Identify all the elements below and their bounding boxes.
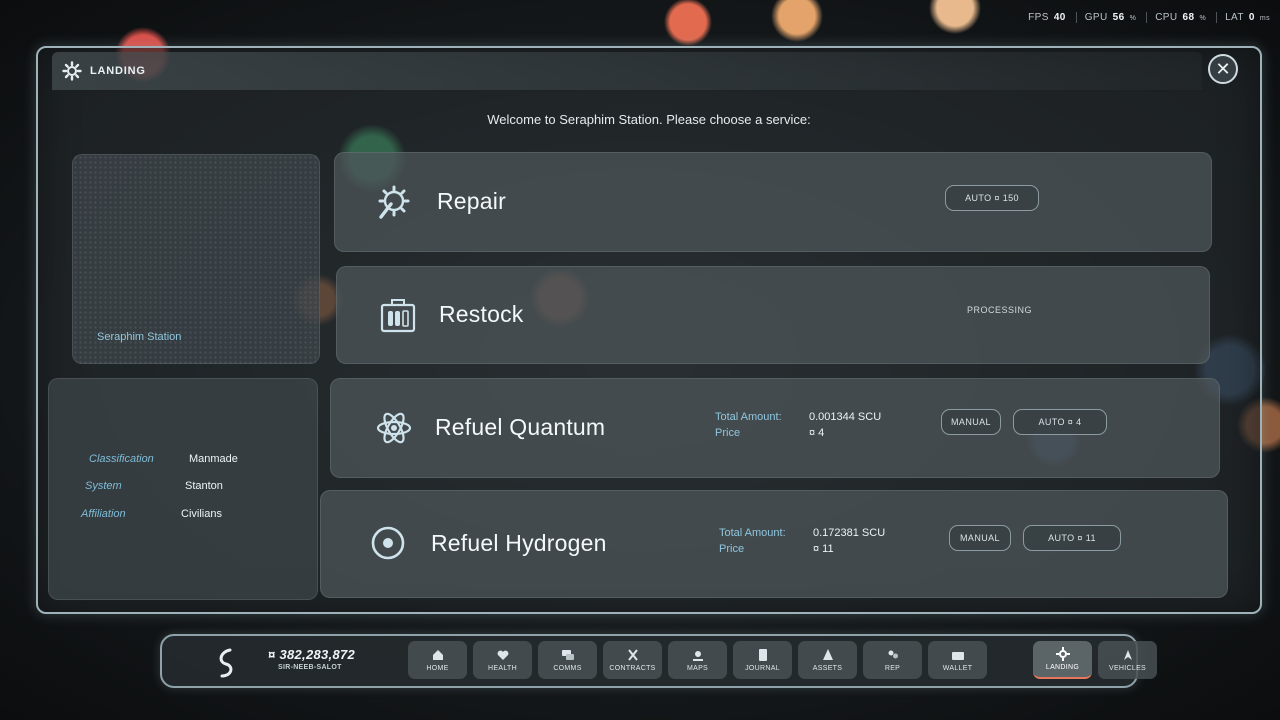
nav-home[interactable]: HOME <box>408 641 467 679</box>
service-name: Repair <box>437 188 506 214</box>
mobiglas-logo-icon <box>219 648 233 678</box>
nav-contracts[interactable]: CONTRACTS <box>603 641 662 679</box>
nav-label: VEHICLES <box>1108 665 1147 672</box>
service-name: Refuel Quantum <box>435 414 606 440</box>
landing-icon <box>1055 647 1070 661</box>
hydrogen-icon <box>371 526 405 560</box>
info-value: Civilians <box>181 508 222 520</box>
nav-label: COMMS <box>553 665 582 672</box>
info-row-classification: Classification Manmade <box>89 453 238 465</box>
nav-comms[interactable]: COMMS <box>538 641 597 679</box>
panel-titlebar: LANDING <box>52 52 1202 90</box>
nav-label: REP <box>884 665 901 672</box>
info-value: Stanton <box>185 480 223 492</box>
fps-metric: FPS 40 <box>1028 12 1066 23</box>
nav-label: WALLET <box>942 665 973 672</box>
service-name: Refuel Hydrogen <box>431 530 607 556</box>
wallet-icon <box>951 652 964 660</box>
service-name: Restock <box>439 301 524 327</box>
price-label: Price <box>715 427 741 439</box>
station-image-card: Seraphim Station <box>72 154 320 364</box>
station-info-card: Classification Manmade System Stanton Af… <box>48 378 318 600</box>
nav-label: HOME <box>426 665 449 672</box>
heart-icon <box>497 650 508 660</box>
total-amount-label: Total Amount: <box>719 527 786 539</box>
hydrogen-manual-button[interactable]: MANUAL <box>949 525 1011 551</box>
atom-icon <box>376 412 412 444</box>
service-repair[interactable]: Repair AUTO ¤ 150 <box>334 152 1212 252</box>
quantum-details: Total Amount: 0.001344 SCU Price ¤ 4 <box>715 411 881 439</box>
price-value: ¤ 11 <box>813 543 834 555</box>
nav-items: HOME HEALTH COMMS CONTRACTS MAPS JOURNAL… <box>408 641 1157 679</box>
nav-assets[interactable]: ASSETS <box>798 641 857 679</box>
total-amount-value: 0.172381 SCU <box>813 527 886 539</box>
price-label: Price <box>719 543 745 555</box>
landing-panel: LANDING ✕ Welcome to Seraphim Station. P… <box>36 46 1262 614</box>
ammo-crate-icon <box>380 299 416 333</box>
chat-icon <box>561 650 574 660</box>
hydrogen-auto-button[interactable]: AUTO ¤ 11 <box>1023 525 1121 551</box>
panel-title: LANDING <box>90 65 146 77</box>
close-button[interactable]: ✕ <box>1208 54 1238 84</box>
welcome-message: Welcome to Seraphim Station. Please choo… <box>487 112 811 127</box>
service-restock[interactable]: Restock PROCESSING <box>336 266 1210 364</box>
nav-label: MAPS <box>686 665 709 672</box>
journal-icon <box>758 649 767 661</box>
rep-icon <box>888 650 898 659</box>
gpu-metric: GPU 56% <box>1075 12 1136 23</box>
cpu-metric: CPU 68% <box>1146 12 1206 23</box>
total-amount-value: 0.001344 SCU <box>809 411 882 423</box>
info-key: Classification <box>89 453 154 465</box>
service-refuel-quantum[interactable]: Refuel Quantum Total Amount: 0.001344 SC… <box>330 378 1220 478</box>
nav-label: CONTRACTS <box>609 665 656 672</box>
nav-health[interactable]: HEALTH <box>473 641 532 679</box>
nav-label: ASSETS <box>812 665 843 672</box>
info-key: System <box>85 480 122 492</box>
repair-auto-button[interactable]: AUTO ¤ 150 <box>945 185 1039 211</box>
info-value: Manmade <box>189 453 238 465</box>
landing-gear-icon <box>62 61 82 81</box>
info-key: Affiliation <box>81 508 126 520</box>
nav-journal[interactable]: JOURNAL <box>733 641 792 679</box>
info-row-affiliation: Affiliation Civilians <box>81 508 222 520</box>
price-value: ¤ 4 <box>809 427 825 439</box>
nav-label: LANDING <box>1045 664 1080 671</box>
quantum-manual-button[interactable]: MANUAL <box>941 409 1001 435</box>
nav-wallet[interactable]: WALLET <box>928 641 987 679</box>
close-icon: ✕ <box>1215 58 1231 79</box>
gear-wrench-icon <box>378 185 410 219</box>
nav-maps[interactable]: MAPS <box>668 641 727 679</box>
player-handle: SIR-NEEB-SALOT <box>278 664 342 671</box>
lat-metric: LAT 0 ms <box>1216 12 1270 23</box>
total-amount-label: Total Amount: <box>715 411 782 423</box>
nav-landing[interactable]: LANDING <box>1033 641 1092 679</box>
contracts-icon <box>627 649 638 661</box>
nav-label: JOURNAL <box>745 665 780 672</box>
station-name: Seraphim Station <box>97 331 182 343</box>
info-row-system: System Stanton <box>85 480 223 492</box>
service-refuel-hydrogen[interactable]: Refuel Hydrogen Total Amount: 0.172381 S… <box>320 490 1228 598</box>
nav-label: HEALTH <box>488 665 517 672</box>
vehicles-icon <box>1123 650 1132 660</box>
quantum-auto-button[interactable]: AUTO ¤ 4 <box>1013 409 1107 435</box>
nav-vehicles[interactable]: VEHICLES <box>1098 641 1157 679</box>
hydrogen-details: Total Amount: 0.172381 SCU Price ¤ 11 <box>719 527 885 555</box>
nav-rep[interactable]: REP <box>863 641 922 679</box>
map-icon <box>692 651 703 661</box>
performance-hud: FPS 40 GPU 56% CPU 68% LAT 0 ms <box>1020 12 1270 23</box>
home-icon <box>432 650 443 660</box>
assets-icon <box>822 649 833 660</box>
credits-balance: ¤ 382,283,872 <box>268 647 356 662</box>
restock-status: PROCESSING <box>967 305 1033 315</box>
mobiglas-navbar: ¤ 382,283,872 SIR-NEEB-SALOT HOME HEALTH… <box>160 634 1157 688</box>
